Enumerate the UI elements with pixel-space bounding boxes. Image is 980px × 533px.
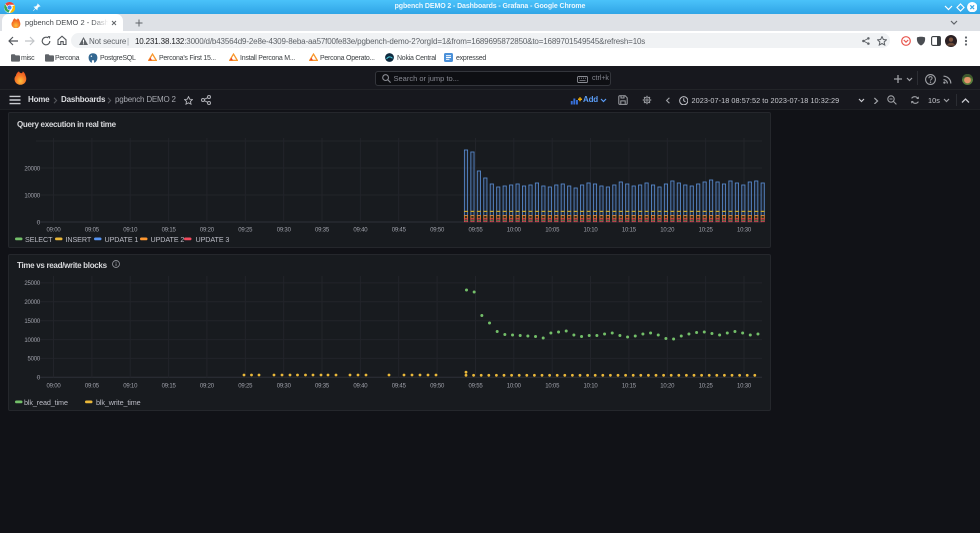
svg-text:10:20: 10:20 [660, 228, 675, 234]
svg-text:09:20: 09:20 [200, 228, 215, 234]
svg-text:09:05: 09:05 [85, 228, 100, 234]
svg-text:09:25: 09:25 [238, 384, 253, 390]
svg-text:09:55: 09:55 [468, 384, 483, 390]
svg-text:09:20: 09:20 [200, 384, 215, 390]
svg-text:0: 0 [37, 220, 41, 226]
svg-text:09:00: 09:00 [46, 228, 61, 234]
svg-text:09:40: 09:40 [353, 384, 368, 390]
svg-text:09:55: 09:55 [468, 228, 483, 234]
svg-text:10:00: 10:00 [507, 228, 522, 234]
svg-text:09:15: 09:15 [162, 384, 177, 390]
svg-text:10:30: 10:30 [737, 384, 752, 390]
svg-text:25000: 25000 [24, 281, 41, 287]
svg-text:09:40: 09:40 [353, 228, 368, 234]
svg-text:10:05: 10:05 [545, 228, 560, 234]
svg-text:09:30: 09:30 [277, 384, 292, 390]
svg-text:UPDATE 3: UPDATE 3 [196, 235, 230, 244]
svg-text:0: 0 [37, 376, 41, 382]
svg-text:10:25: 10:25 [699, 228, 714, 234]
svg-text:10:15: 10:15 [622, 228, 637, 234]
svg-text:UPDATE 2: UPDATE 2 [151, 235, 185, 244]
svg-text:UPDATE 1: UPDATE 1 [105, 235, 139, 244]
svg-text:10000: 10000 [24, 338, 41, 344]
svg-text:10:05: 10:05 [545, 384, 560, 390]
svg-text:5000: 5000 [27, 357, 40, 363]
svg-text:09:00: 09:00 [46, 384, 61, 390]
svg-text:09:50: 09:50 [430, 384, 445, 390]
svg-text:09:35: 09:35 [315, 384, 330, 390]
svg-text:10:15: 10:15 [622, 384, 637, 390]
svg-text:10:10: 10:10 [583, 228, 598, 234]
svg-text:09:05: 09:05 [85, 384, 100, 390]
svg-text:09:30: 09:30 [277, 228, 292, 234]
svg-text:09:50: 09:50 [430, 228, 445, 234]
svg-text:SELECT: SELECT [25, 235, 53, 244]
svg-text:10:00: 10:00 [507, 384, 522, 390]
svg-text:09:15: 09:15 [162, 228, 177, 234]
svg-text:09:10: 09:10 [123, 228, 138, 234]
svg-text:blk_write_time: blk_write_time [96, 398, 141, 407]
svg-text:09:45: 09:45 [392, 384, 407, 390]
svg-text:20000: 20000 [24, 166, 41, 172]
svg-text:INSERT: INSERT [66, 235, 92, 244]
svg-text:10:30: 10:30 [737, 228, 752, 234]
svg-text:10:10: 10:10 [583, 384, 598, 390]
svg-text:blk_read_time: blk_read_time [24, 398, 68, 407]
svg-text:09:10: 09:10 [123, 384, 138, 390]
svg-text:10:20: 10:20 [660, 384, 675, 390]
svg-text:09:45: 09:45 [392, 228, 407, 234]
svg-text:10000: 10000 [24, 193, 41, 199]
svg-text:09:35: 09:35 [315, 228, 330, 234]
svg-text:09:25: 09:25 [238, 228, 253, 234]
svg-text:15000: 15000 [24, 319, 41, 325]
svg-text:20000: 20000 [24, 300, 41, 306]
svg-text:10:25: 10:25 [699, 384, 714, 390]
